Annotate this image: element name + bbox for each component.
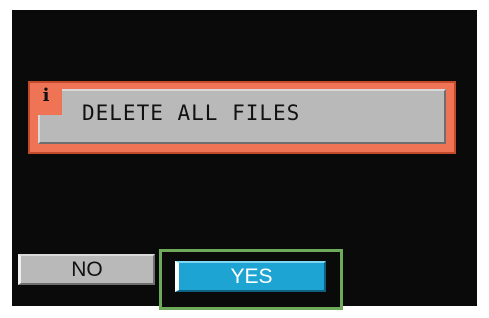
dialog-message: DELETE ALL FILES [82,101,301,125]
confirm-dialog: DELETE ALL FILES i [28,81,456,154]
yes-button[interactable]: YES [175,261,326,292]
no-button[interactable]: NO [18,254,155,285]
message-box: DELETE ALL FILES [38,89,446,144]
info-icon: i [30,83,62,115]
